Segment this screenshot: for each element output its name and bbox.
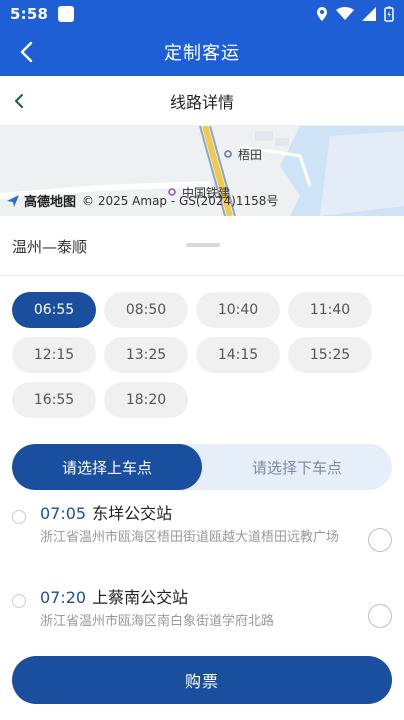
page-title: 线路详情 bbox=[169, 92, 234, 112]
battery-icon bbox=[384, 6, 394, 22]
stop-list: 07:05 东垟公交站 浙江省温州市瓯海区梧田街道瓯越大道梧田远教广场 07:20… bbox=[0, 500, 404, 644]
time-chip[interactable]: 06:55 bbox=[12, 292, 96, 328]
status-bar: 5:58 bbox=[0, 0, 404, 28]
signal-icon bbox=[362, 7, 376, 21]
bottom-safe-area bbox=[0, 712, 404, 720]
stop-radio[interactable] bbox=[368, 604, 392, 628]
stop-address: 浙江省温州市瓯海区梧田街道瓯越大道梧田远教广场 bbox=[40, 530, 340, 545]
map-copyright: © 2025 Amap - GS(2024)1158号 bbox=[82, 194, 279, 208]
time-chip[interactable]: 18:20 bbox=[104, 382, 188, 418]
chevron-left-icon bbox=[20, 41, 33, 63]
timeline-dot bbox=[12, 594, 26, 608]
stop-name: 东垟公交站 bbox=[92, 504, 173, 523]
stop-item[interactable]: 07:20 上蔡南公交站 浙江省温州市瓯海区南白象街道学府北路 bbox=[0, 584, 404, 644]
chevron-left-icon bbox=[15, 94, 23, 108]
app-bar: 定制客运 bbox=[0, 28, 404, 76]
page-header: 线路详情 bbox=[0, 76, 404, 126]
stop-type-toggle: 请选择上车点 请选择下车点 bbox=[12, 444, 392, 490]
time-chip[interactable]: 10:40 bbox=[196, 292, 280, 328]
stop-name: 上蔡南公交站 bbox=[92, 588, 189, 607]
map-attribution: 高德地图 © 2025 Amap - GS(2024)1158号 bbox=[6, 191, 278, 210]
map-poi-label: 梧田 bbox=[238, 148, 263, 162]
time-chip[interactable]: 14:15 bbox=[196, 337, 280, 373]
time-chip[interactable]: 16:55 bbox=[12, 382, 96, 418]
time-chip[interactable]: 12:15 bbox=[12, 337, 96, 373]
status-time: 5:58 bbox=[10, 5, 49, 23]
stop-radio[interactable] bbox=[368, 528, 392, 552]
drag-handle[interactable] bbox=[186, 243, 220, 247]
route-card: 温州—泰顺 bbox=[0, 216, 404, 276]
wifi-icon bbox=[336, 7, 354, 20]
timeline-dot bbox=[12, 510, 26, 524]
departure-times: 06:55 08:50 10:40 11:40 12:15 13:25 14:1… bbox=[12, 292, 392, 418]
amap-logo-icon bbox=[7, 194, 19, 207]
stop-item[interactable]: 07:05 东垟公交站 浙江省温州市瓯海区梧田街道瓯越大道梧田远教广场 bbox=[0, 500, 404, 584]
status-icons bbox=[316, 6, 394, 22]
stop-time: 07:05 bbox=[40, 504, 87, 523]
time-chip[interactable]: 15:25 bbox=[288, 337, 372, 373]
time-chip[interactable]: 13:25 bbox=[104, 337, 188, 373]
stop-title: 07:20 上蔡南公交站 bbox=[40, 584, 364, 608]
stop-time: 07:20 bbox=[40, 588, 87, 607]
tab-board-stop[interactable]: 请选择上车点 bbox=[12, 444, 202, 490]
location-icon bbox=[317, 7, 327, 21]
back-button[interactable] bbox=[12, 38, 40, 66]
buy-ticket-button[interactable]: 购票 bbox=[12, 656, 392, 704]
time-chip[interactable]: 11:40 bbox=[288, 292, 372, 328]
map-brand: 高德地图 bbox=[6, 191, 76, 210]
stop-title: 07:05 东垟公交站 bbox=[40, 500, 364, 524]
route-map[interactable]: 梧田 中国铁建 高德地图 © 2025 Amap - GS(2024)1158号 bbox=[0, 126, 404, 216]
time-chip[interactable]: 08:50 bbox=[104, 292, 188, 328]
notification-icon bbox=[58, 6, 75, 22]
app-title: 定制客运 bbox=[164, 43, 240, 64]
stop-address: 浙江省温州市瓯海区南白象街道学府北路 bbox=[40, 614, 275, 629]
route-name: 温州—泰顺 bbox=[12, 238, 88, 256]
tab-alight-stop[interactable]: 请选择下车点 bbox=[202, 444, 392, 490]
page-back-button[interactable] bbox=[6, 88, 32, 114]
map-brand-label: 高德地图 bbox=[24, 195, 77, 210]
